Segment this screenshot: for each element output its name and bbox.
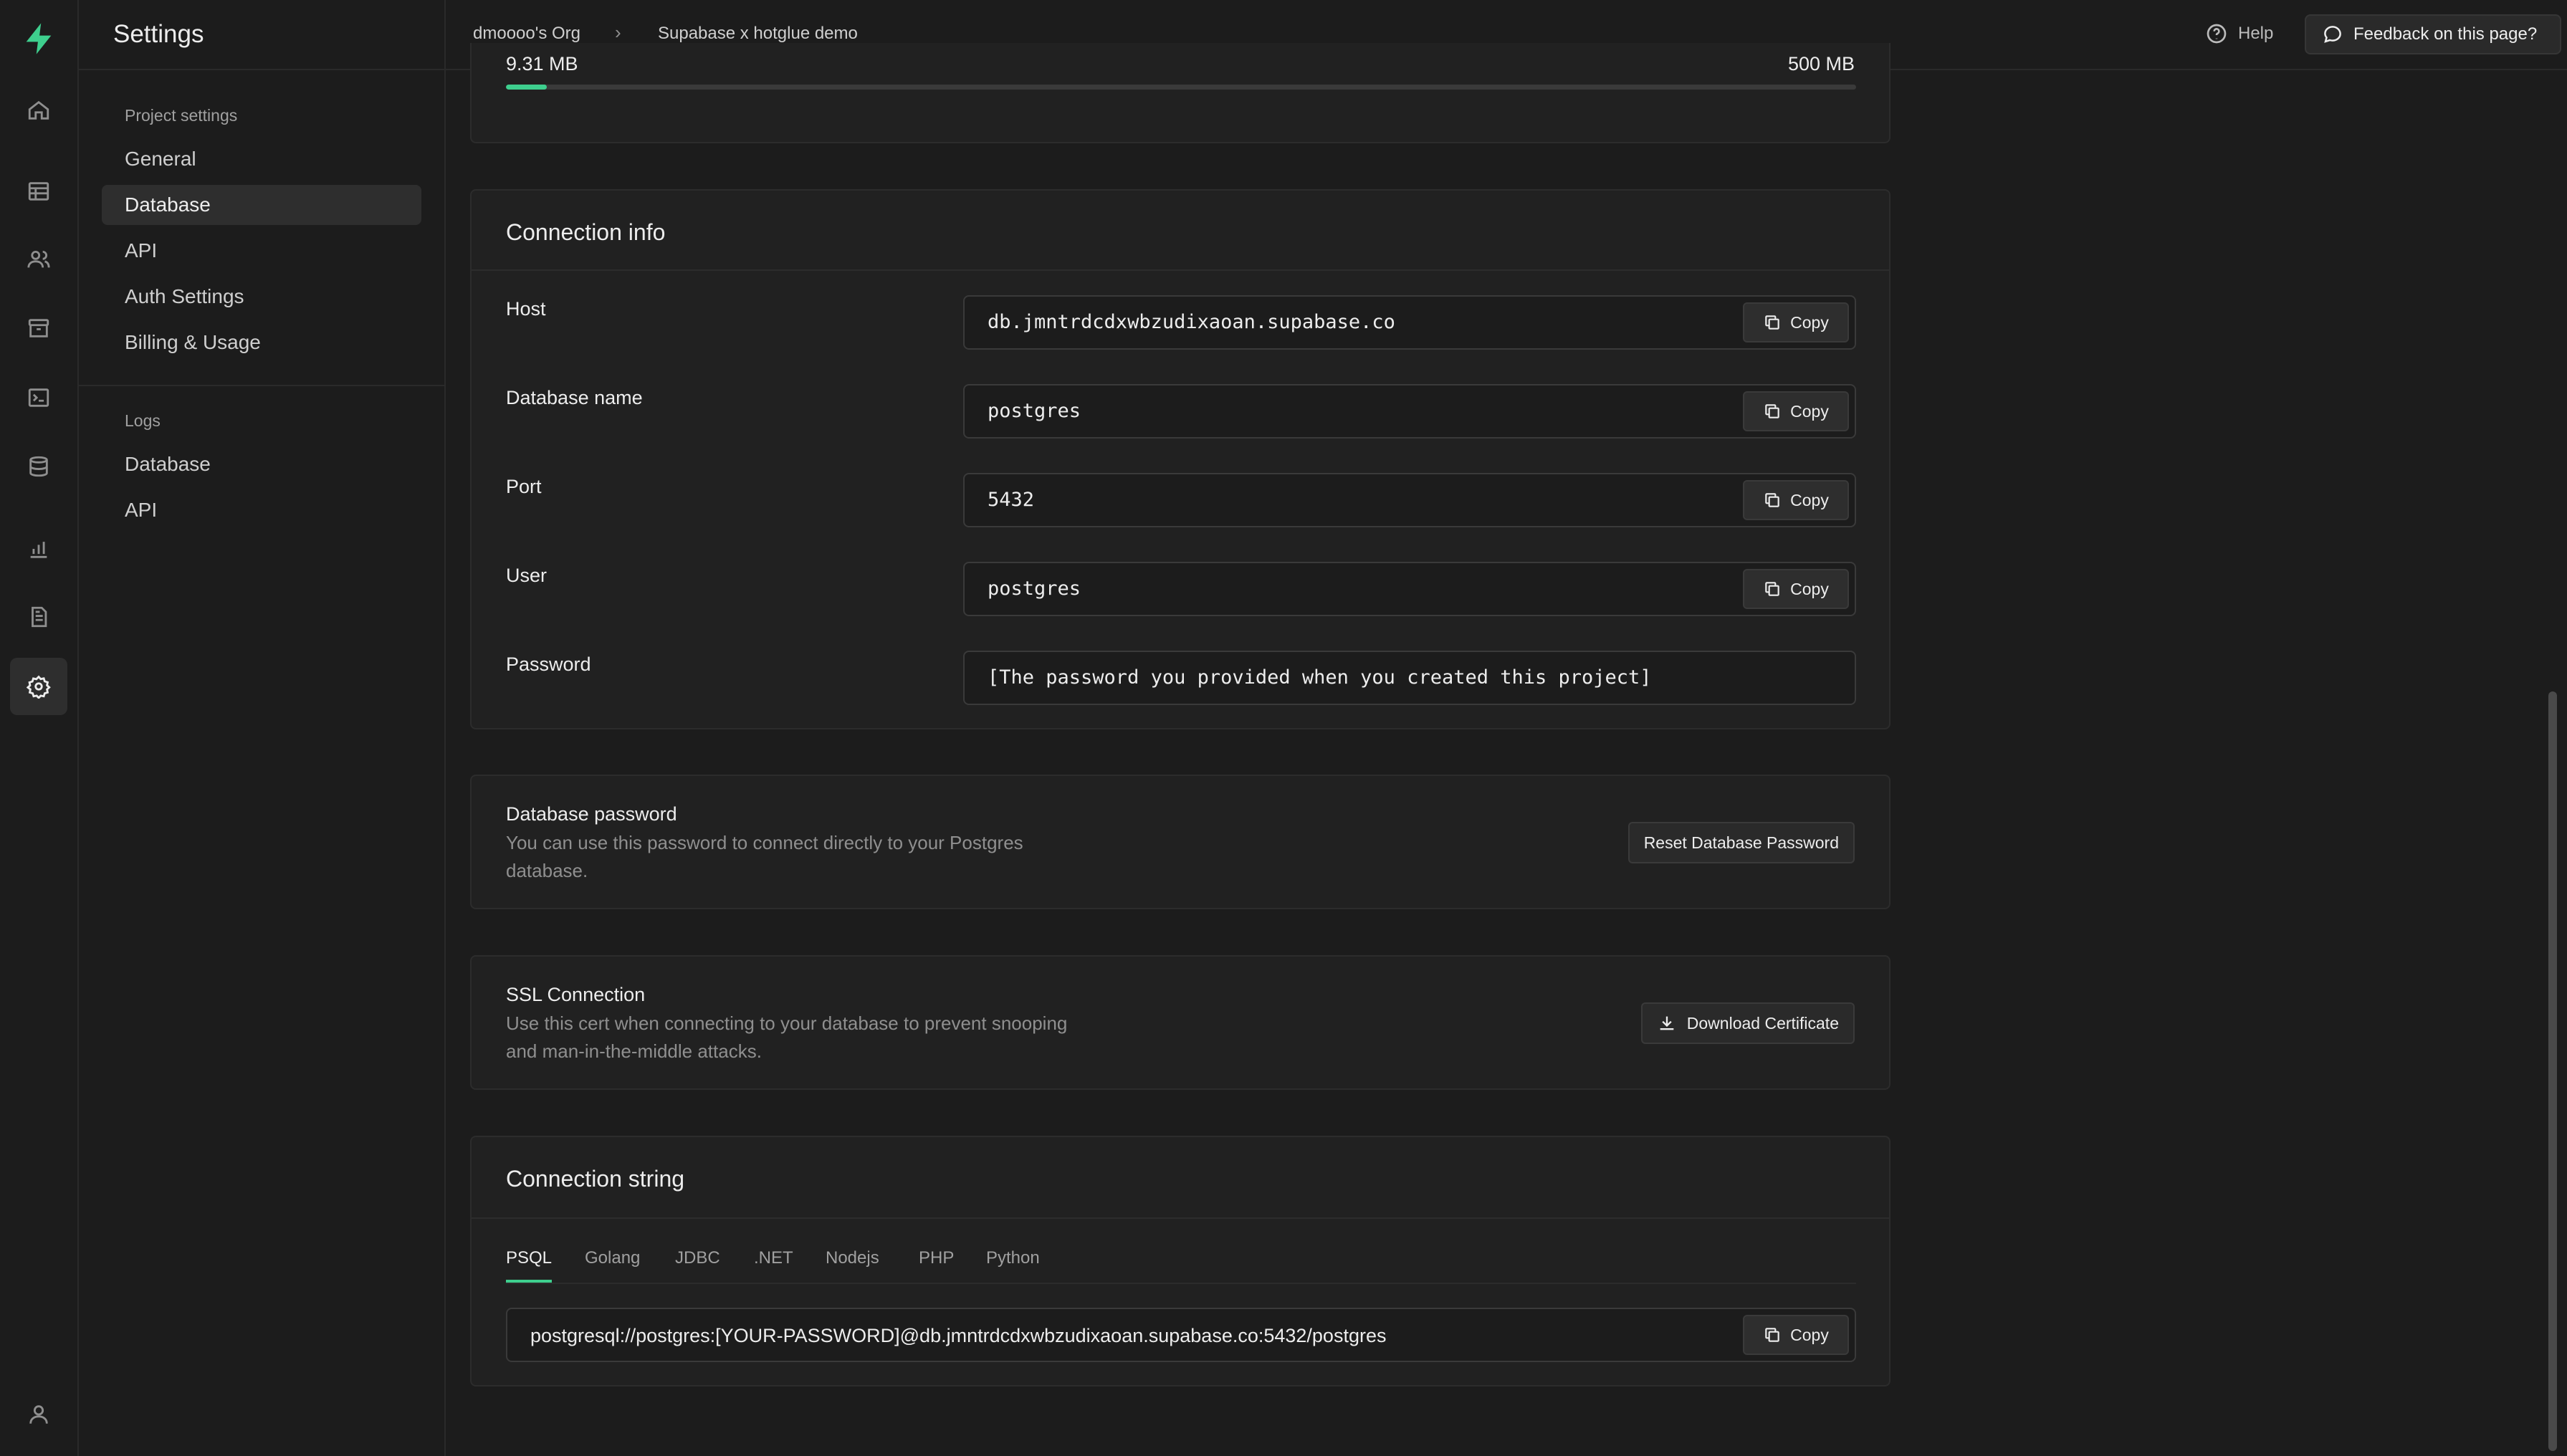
usage-used: 9.31 MB — [506, 53, 578, 75]
copy-icon — [1765, 582, 1779, 596]
database-name-value: postgres — [988, 400, 1081, 422]
port-field[interactable]: 5432 Copy — [963, 473, 1856, 527]
connection-string-tabs: PSQL Golang JDBC .NET Nodejs PHP Python — [506, 1248, 1856, 1284]
home-icon[interactable] — [10, 82, 67, 139]
copy-icon — [1765, 1328, 1779, 1342]
sidebar-item-database[interactable]: Database — [102, 185, 421, 225]
chat-bubble-icon — [2324, 26, 2341, 43]
sidebar-divider — [79, 385, 446, 386]
database-password-title: Database password — [506, 803, 677, 825]
host-value: db.jmntrdcdxwbzudixaoan.supabase.co — [988, 311, 1395, 333]
logs-label: Logs — [125, 411, 161, 430]
database-password-description: You can use this password to connect dir… — [506, 832, 1023, 881]
breadcrumb-project[interactable]: Supabase x hotglue demo — [658, 24, 858, 44]
page-title: Settings — [113, 20, 204, 48]
reset-database-password-label: Reset Database Password — [1643, 833, 1839, 852]
sidebar-item-logs-database[interactable]: Database — [102, 444, 421, 484]
port-value: 5432 — [988, 489, 1035, 511]
tab-jdbc[interactable]: JDBC — [675, 1248, 720, 1283]
copy-user-button[interactable]: Copy — [1743, 569, 1849, 609]
host-field[interactable]: db.jmntrdcdxwbzudixaoan.supabase.co Copy — [963, 295, 1856, 350]
tab-dotnet[interactable]: .NET — [754, 1248, 793, 1283]
project-settings-label: Project settings — [125, 106, 238, 125]
password-value: [The password you provided when you crea… — [988, 666, 1652, 689]
breadcrumb-org[interactable]: dmoooo's Org — [473, 24, 580, 44]
auth-users-icon[interactable] — [10, 231, 67, 288]
database-icon[interactable] — [10, 438, 67, 495]
help-icon — [2207, 24, 2227, 44]
settings-sidebar: Settings Project settings General Databa… — [79, 0, 446, 1456]
ssl-connection-title: SSL Connection — [506, 984, 646, 1005]
content-scrollbar[interactable] — [2548, 691, 2557, 1451]
copy-label: Copy — [1790, 490, 1829, 509]
copy-label: Copy — [1790, 579, 1829, 598]
ssl-connection-panel: SSL Connection Use this cert when connec… — [470, 955, 1890, 1090]
connection-string-value: postgresql://postgres:[YOUR-PASSWORD]@db… — [530, 1325, 1387, 1346]
copy-icon — [1765, 404, 1779, 418]
sidebar-item-billing-usage[interactable]: Billing & Usage — [102, 322, 421, 363]
sidebar-item-general[interactable]: General — [102, 139, 421, 179]
feedback-label: Feedback on this page? — [2353, 24, 2538, 44]
usage-progress-bar — [506, 85, 1856, 90]
copy-database-name-button[interactable]: Copy — [1743, 391, 1849, 431]
user-field[interactable]: postgres Copy — [963, 562, 1856, 616]
copy-icon — [1765, 315, 1779, 330]
tab-python[interactable]: Python — [986, 1248, 1040, 1283]
user-label: User — [506, 565, 548, 586]
account-icon[interactable] — [10, 1386, 67, 1443]
feedback-button[interactable]: Feedback on this page? — [2305, 14, 2561, 54]
database-name-field[interactable]: postgres Copy — [963, 384, 1856, 439]
tab-psql[interactable]: PSQL — [506, 1248, 553, 1283]
copy-host-button[interactable]: Copy — [1743, 302, 1849, 343]
settings-icon[interactable] — [10, 658, 67, 715]
sidebar-item-auth-settings[interactable]: Auth Settings — [102, 277, 421, 317]
icon-rail — [0, 0, 79, 1456]
sidebar-item-api[interactable]: API — [102, 231, 421, 271]
copy-port-button[interactable]: Copy — [1743, 480, 1849, 520]
copy-label: Copy — [1790, 1325, 1829, 1344]
tab-nodejs[interactable]: Nodejs — [826, 1248, 879, 1283]
sidebar-item-logs-api[interactable]: API — [102, 490, 421, 530]
download-icon — [1660, 1016, 1674, 1030]
panel-divider — [472, 269, 1889, 271]
tab-golang[interactable]: Golang — [585, 1248, 640, 1283]
port-label: Port — [506, 476, 542, 497]
user-value: postgres — [988, 578, 1081, 600]
host-label: Host — [506, 298, 546, 320]
ssl-connection-description: Use this cert when connecting to your da… — [506, 1012, 1068, 1062]
sidebar-header: Settings — [79, 0, 446, 70]
tab-php[interactable]: PHP — [919, 1248, 954, 1283]
password-field[interactable]: [The password you provided when you crea… — [963, 651, 1856, 705]
connection-info-title: Connection info — [506, 219, 666, 245]
reports-icon[interactable] — [10, 520, 67, 578]
copy-label: Copy — [1790, 312, 1829, 332]
copy-connection-string-button[interactable]: Copy — [1743, 1315, 1849, 1355]
usage-limit: 500 MB — [1787, 53, 1855, 75]
connection-string-panel: Connection string PSQL Golang JDBC .NET … — [470, 1136, 1890, 1386]
api-docs-icon[interactable] — [10, 588, 67, 646]
password-label: Password — [506, 653, 591, 675]
copy-label: Copy — [1790, 401, 1829, 421]
breadcrumb-separator: › — [615, 21, 621, 43]
database-size-panel: 9.31 MB 500 MB — [470, 43, 1890, 143]
download-certificate-label: Download Certificate — [1686, 1013, 1839, 1033]
connection-string-field[interactable]: postgresql://postgres:[YOUR-PASSWORD]@db… — [506, 1308, 1856, 1362]
download-certificate-button[interactable]: Download Certificate — [1640, 1002, 1855, 1044]
database-name-label: Database name — [506, 387, 643, 408]
storage-icon[interactable] — [10, 300, 67, 357]
help-button[interactable]: Help — [2205, 19, 2273, 48]
copy-icon — [1765, 493, 1779, 507]
panel-divider — [472, 1217, 1889, 1219]
usage-progress-fill — [506, 85, 547, 90]
table-editor-icon[interactable] — [10, 163, 67, 220]
database-password-panel: Database password You can use this passw… — [470, 775, 1890, 909]
help-label: Help — [2238, 24, 2274, 43]
connection-string-title: Connection string — [506, 1166, 685, 1192]
connection-info-panel: Connection info Host db.jmntrdcdxwbzudix… — [470, 189, 1890, 729]
sql-editor-icon[interactable] — [10, 369, 67, 426]
reset-database-password-button[interactable]: Reset Database Password — [1627, 822, 1855, 863]
supabase-logo-icon[interactable] — [10, 10, 67, 67]
